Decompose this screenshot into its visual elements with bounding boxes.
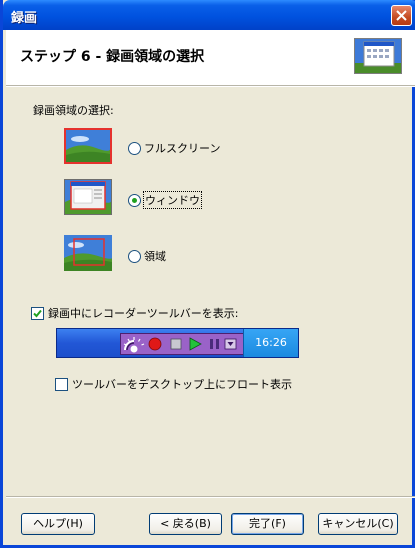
show-toolbar-label: 録画中にレコーダーツールバーを表示: [48, 307, 239, 320]
play-icon [189, 337, 202, 351]
cancel-button[interactable]: キャンセル(C) [318, 513, 398, 535]
recording-wizard-window: 録画 ステップ 6 - 録画領域の選択 録画領域の選択: フルスクリーン ウィン… [0, 0, 415, 548]
window-thumbnail[interactable] [64, 179, 112, 215]
region-thumbnail[interactable] [64, 235, 112, 271]
screen-capture-icon [354, 38, 402, 74]
recording-status-icon [123, 337, 145, 353]
fullscreen-thumbnail[interactable] [64, 128, 112, 164]
finish-button[interactable]: 完了(F) [231, 513, 304, 535]
step-title: ステップ 6 - 録画領域の選択 [20, 49, 205, 65]
close-icon [396, 10, 407, 21]
pause-icon [210, 339, 219, 349]
window-label: ウィンドウ [143, 191, 202, 209]
region-label: 領域 [144, 250, 166, 263]
record-icon [148, 337, 162, 351]
float-toolbar-checkbox[interactable] [55, 377, 68, 391]
region-option[interactable]: 領域 [128, 248, 166, 264]
float-toolbar-option[interactable]: ツールバーをデスクトップ上にフロート表示 [55, 376, 292, 392]
title-bar[interactable]: 録画 [3, 0, 415, 30]
window-option[interactable]: ウィンドウ [128, 191, 202, 209]
recorder-toolbar-preview: 16:26 [56, 328, 299, 358]
close-button[interactable] [391, 5, 412, 26]
bottom-divider [6, 496, 415, 498]
window-radio[interactable] [128, 193, 141, 207]
region-radio[interactable] [128, 249, 141, 263]
header-divider [6, 86, 415, 87]
fullscreen-radio[interactable] [128, 141, 141, 155]
show-toolbar-option[interactable]: 録画中にレコーダーツールバーを表示: [31, 305, 239, 321]
show-toolbar-checkbox[interactable] [31, 306, 44, 320]
help-button[interactable]: ヘルプ(H) [21, 513, 95, 535]
fullscreen-option[interactable]: フルスクリーン [128, 140, 220, 156]
back-button[interactable]: < 戻る(B) [149, 513, 222, 535]
checkmark-icon [33, 309, 42, 317]
fullscreen-label: フルスクリーン [144, 142, 221, 155]
float-toolbar-label: ツールバーをデスクトップ上にフロート表示 [72, 378, 292, 391]
window-title: 録画 [11, 11, 38, 26]
section-label: 録画領域の選択: [33, 104, 114, 117]
taskbar-clock: 16:26 [243, 329, 298, 357]
stop-icon [170, 338, 182, 350]
wizard-header: ステップ 6 - 録画領域の選択 [6, 30, 415, 86]
